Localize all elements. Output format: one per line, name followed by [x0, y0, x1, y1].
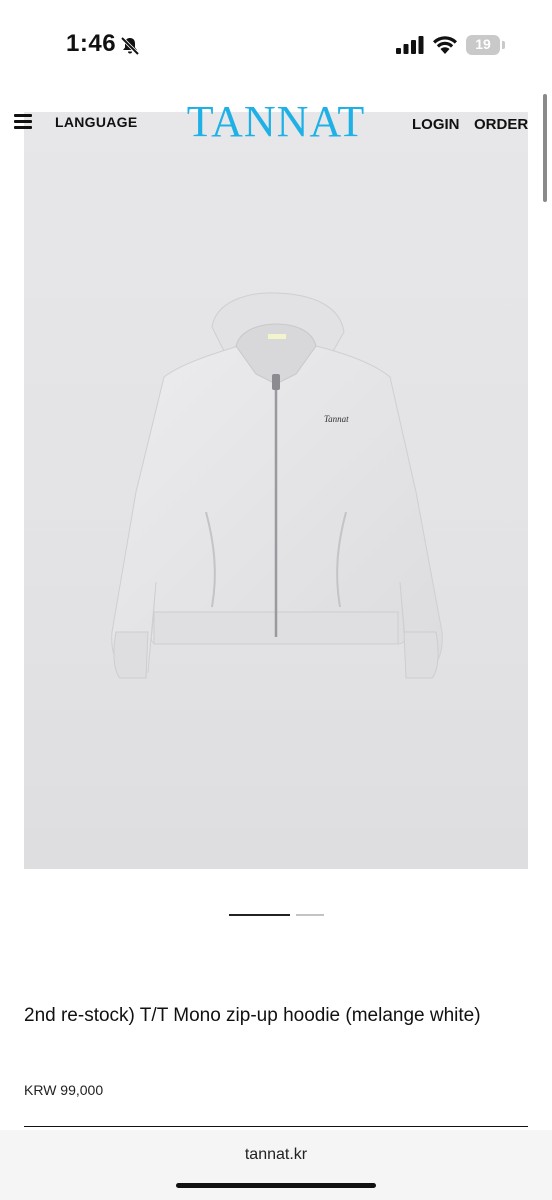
browser-url-bar[interactable]: [0, 1130, 552, 1200]
product-price: KRW 99,000: [24, 1082, 104, 1098]
order-button[interactable]: ORDER: [474, 116, 528, 133]
url-text[interactable]: tannat.kr: [0, 1146, 552, 1164]
carousel-indicator-active[interactable]: [229, 914, 290, 916]
site-logo[interactable]: TANNAT: [186, 96, 366, 147]
wifi-icon: [433, 36, 457, 54]
divider: [24, 1126, 528, 1127]
battery-icon: 19: [466, 35, 506, 55]
page-scrollbar[interactable]: [543, 94, 547, 202]
login-button[interactable]: LOGIN: [412, 116, 460, 133]
status-bar: 1:46 19: [0, 0, 552, 92]
cellular-signal-icon: [396, 36, 424, 54]
carousel-indicator[interactable]: [296, 914, 324, 916]
bell-slash-icon: [120, 36, 140, 56]
product-image[interactable]: Tannat: [24, 112, 528, 869]
hoodie-image: Tannat: [111, 292, 443, 679]
hamburger-menu-icon[interactable]: [14, 114, 34, 132]
status-time: 1:46: [66, 30, 117, 57]
battery-level: 19: [475, 36, 491, 52]
language-button[interactable]: LANGUAGE: [55, 114, 138, 130]
home-indicator[interactable]: [176, 1183, 376, 1188]
chest-logo: Tannat: [324, 414, 349, 424]
product-title: 2nd re-stock) T/T Mono zip-up hoodie (me…: [24, 1005, 481, 1026]
